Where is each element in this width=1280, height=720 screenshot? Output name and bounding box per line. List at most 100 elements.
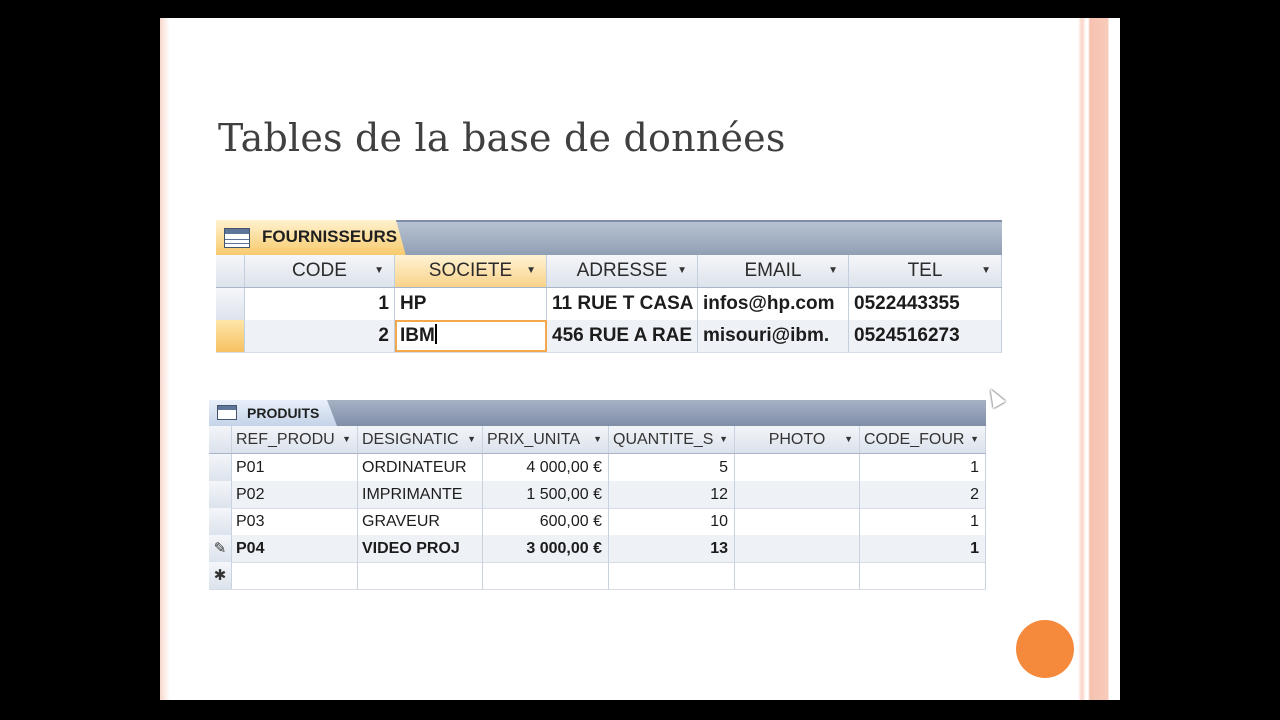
dropdown-arrow-icon[interactable]: ▼: [719, 426, 728, 453]
pencil-icon: ✎: [213, 540, 227, 557]
produits-tab[interactable]: PRODUITS: [209, 400, 337, 426]
select-all-corner[interactable]: [216, 255, 245, 287]
row-selector[interactable]: [209, 481, 232, 508]
cell-adresse[interactable]: 11 RUE T CASA: [547, 288, 698, 320]
produits-table: PRODUITS REF_PRODU ▼ DESIGNATIC ▼ PRIX_UNI…: [209, 400, 986, 590]
table-row: P02 IMPRIMANTE 1 500,00 € 12 2: [209, 481, 986, 509]
dropdown-arrow-icon[interactable]: ▼: [677, 255, 687, 287]
cell-ref[interactable]: P01: [232, 454, 358, 481]
cell-quantite[interactable]: 12: [609, 481, 735, 508]
column-header-label: CODE_FOUR: [864, 431, 965, 448]
column-header-email[interactable]: EMAIL ▼: [698, 255, 849, 287]
dropdown-arrow-icon[interactable]: ▼: [593, 426, 602, 453]
fournisseurs-header-row: CODE ▼ SOCIETE ▼ ADRESSE ▼ EMAIL ▼ TEL ▼: [216, 255, 1002, 288]
row-selector[interactable]: [209, 454, 232, 481]
dropdown-arrow-icon[interactable]: ▼: [828, 255, 838, 287]
cell-prix[interactable]: 4 000,00 €: [483, 454, 609, 481]
dropdown-arrow-icon[interactable]: ▼: [467, 426, 476, 453]
cell-tel[interactable]: 0522443355: [849, 288, 1002, 320]
column-header-designation[interactable]: DESIGNATIC ▼: [358, 426, 483, 453]
cell-photo[interactable]: [735, 562, 860, 589]
cell-ref[interactable]: P02: [232, 481, 358, 508]
row-selector[interactable]: [216, 288, 245, 320]
cell-code-four[interactable]: 2: [860, 481, 986, 508]
column-header-prix-unitaire[interactable]: PRIX_UNITA ▼: [483, 426, 609, 453]
cell-designation[interactable]: GRAVEUR: [358, 508, 483, 535]
table-row: 1 HP 11 RUE T CASA infos@hp.com 05224433…: [216, 288, 1002, 321]
fournisseurs-tab[interactable]: FOURNISSEURS: [216, 220, 406, 256]
dropdown-arrow-icon[interactable]: ▼: [526, 255, 536, 287]
text-cursor: [434, 324, 437, 344]
cell-ref[interactable]: P04: [232, 535, 358, 562]
dropdown-arrow-icon[interactable]: ▼: [981, 255, 991, 287]
cell-quantite[interactable]: [609, 562, 735, 589]
column-header-photo[interactable]: PHOTO ▼: [735, 426, 860, 453]
asterisk-icon: ✱: [213, 567, 227, 584]
produits-header-row: REF_PRODU ▼ DESIGNATIC ▼ PRIX_UNITA ▼ QUANT…: [209, 426, 986, 454]
dropdown-arrow-icon[interactable]: ▼: [844, 426, 853, 453]
cell-quantite[interactable]: 5: [609, 454, 735, 481]
cell-societe-editing[interactable]: IBM: [395, 320, 547, 352]
column-header-label: QUANTITE_S: [613, 431, 714, 448]
column-header-societe[interactable]: SOCIETE ▼: [395, 255, 547, 287]
cell-quantite[interactable]: 13: [609, 535, 735, 562]
cell-quantite[interactable]: 10: [609, 508, 735, 535]
cell-designation[interactable]: [358, 562, 483, 589]
column-header-label: EMAIL: [744, 260, 802, 281]
cell-societe[interactable]: HP: [395, 288, 547, 320]
slide-right-border: [1078, 18, 1120, 700]
produits-tab-bar: PRODUITS: [209, 400, 986, 426]
column-header-quantite[interactable]: QUANTITE_S ▼: [609, 426, 735, 453]
column-header-label: TEL: [907, 260, 943, 281]
row-selector-new[interactable]: ✱: [209, 562, 232, 589]
slide-title: Tables de la base de données: [218, 116, 786, 160]
dropdown-arrow-icon[interactable]: ▼: [374, 255, 384, 287]
cell-photo[interactable]: [735, 481, 860, 508]
cell-code-four[interactable]: [860, 562, 986, 589]
row-selector-edit[interactable]: ✎: [209, 535, 232, 562]
column-header-code[interactable]: CODE ▼: [245, 255, 395, 287]
fournisseurs-table: FOURNISSEURS CODE ▼ SOCIETE ▼ ADRESSE ▼ EMA…: [216, 220, 1002, 353]
cell-photo[interactable]: [735, 454, 860, 481]
cell-ref[interactable]: P03: [232, 508, 358, 535]
column-header-tel[interactable]: TEL ▼: [849, 255, 1002, 287]
cell-adresse[interactable]: 456 RUE A RAE: [547, 320, 698, 352]
cell-ref[interactable]: [232, 562, 358, 589]
column-header-label: ADRESSE: [576, 260, 668, 281]
fournisseurs-tab-bar: FOURNISSEURS: [216, 220, 1002, 257]
cell-photo[interactable]: [735, 535, 860, 562]
cell-designation[interactable]: VIDEO PROJ: [358, 535, 483, 562]
cell-code-four[interactable]: 1: [860, 535, 986, 562]
table-row: P03 GRAVEUR 600,00 € 10 1: [209, 508, 986, 536]
row-selector[interactable]: [209, 508, 232, 535]
column-header-label: DESIGNATIC: [362, 431, 459, 448]
cell-email[interactable]: misouri@ibm.: [698, 320, 849, 352]
dropdown-arrow-icon[interactable]: ▼: [970, 426, 979, 453]
cell-photo[interactable]: [735, 508, 860, 535]
cell-tel[interactable]: 0524516273: [849, 320, 1002, 352]
column-header-code-four[interactable]: CODE_FOUR ▼: [860, 426, 986, 453]
cell-designation[interactable]: ORDINATEUR: [358, 454, 483, 481]
cell-prix[interactable]: 3 000,00 €: [483, 535, 609, 562]
table-row: 2 IBM 456 RUE A RAE misouri@ibm. 0524516…: [216, 320, 1002, 353]
cell-designation[interactable]: IMPRIMANTE: [358, 481, 483, 508]
table-row: ✎ P04 VIDEO PROJ 3 000,00 € 13 1: [209, 535, 986, 563]
cell-code[interactable]: 2: [245, 320, 395, 352]
cell-email[interactable]: infos@hp.com: [698, 288, 849, 320]
row-selector[interactable]: [216, 320, 245, 352]
cell-prix[interactable]: [483, 562, 609, 589]
produits-tab-label: PRODUITS: [247, 405, 320, 421]
dropdown-arrow-icon[interactable]: ▼: [342, 426, 351, 453]
cell-text: IBM: [400, 325, 435, 346]
cell-prix[interactable]: 1 500,00 €: [483, 481, 609, 508]
table-icon: [217, 405, 237, 420]
cell-prix[interactable]: 600,00 €: [483, 508, 609, 535]
cell-code[interactable]: 1: [245, 288, 395, 320]
cell-code-four[interactable]: 1: [860, 454, 986, 481]
column-header-label: REF_PRODU: [236, 431, 335, 448]
column-header-adresse[interactable]: ADRESSE ▼: [547, 255, 698, 287]
column-header-label: CODE: [292, 260, 347, 281]
select-all-corner[interactable]: [209, 426, 232, 453]
cell-code-four[interactable]: 1: [860, 508, 986, 535]
column-header-ref-produit[interactable]: REF_PRODU ▼: [232, 426, 358, 453]
